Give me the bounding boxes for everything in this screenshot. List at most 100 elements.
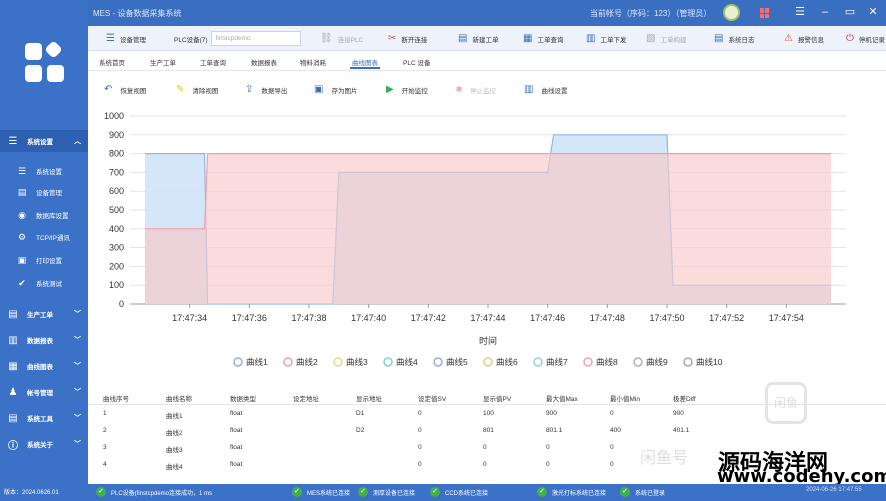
restore-view-button[interactable]: ↶ 恢复视图 <box>104 84 146 95</box>
export-icon: ⇪ <box>245 84 254 95</box>
image-icon: ▣ <box>314 84 324 95</box>
tab-3[interactable]: 数据报表 <box>251 57 277 67</box>
table-cell: 3 <box>103 444 107 451</box>
tab-4[interactable]: 物料消耗 <box>300 57 326 67</box>
y-tick-label: 800 <box>109 149 124 159</box>
device-icon: ▤ <box>17 186 27 197</box>
table-cell: float <box>230 410 243 417</box>
table-cell: 0 <box>483 461 487 468</box>
table-cell: 100 <box>483 410 494 417</box>
status-item-label: CCD系统已连接 <box>445 490 488 497</box>
column-header: 曲线名称 <box>166 396 192 403</box>
sidebar-item-4[interactable]: ⚙ TCP/IP通讯 <box>0 226 88 248</box>
sidebar-item-label: 打印设置 <box>36 258 62 265</box>
table-cell: 0 <box>483 444 487 451</box>
new-order-button[interactable]: ▤ 新建工单 <box>458 26 498 51</box>
link-icon: ⛓ <box>320 33 333 44</box>
system-log-button[interactable]: ▤ 系统日志 <box>714 26 754 51</box>
check-circle-icon: ✓ <box>537 487 547 497</box>
sidebar-item-9[interactable]: ▦ 曲线图表 ﹀ <box>0 355 88 377</box>
status-item: ✓ 测厚设备已连接 <box>358 487 415 497</box>
issue-order-button[interactable]: ▥ 工单下发 <box>586 26 626 51</box>
x-tick-label: 17:47:48 <box>590 313 625 323</box>
title-bar: MES - 设备数据采集系统 当前帐号（序码：123）（管理员） ☰ – ▭ ✕ <box>0 0 886 26</box>
version-text: 版本：2024.0626.01 <box>4 490 59 496</box>
status-item: ✓ 激光打标系统已连接 <box>537 487 606 497</box>
tab-2[interactable]: 工单查询 <box>200 57 226 67</box>
issue-icon: ▥ <box>586 33 596 44</box>
sidebar-item-2[interactable]: ▤ 设备管理 <box>0 181 88 203</box>
connect-plc-button[interactable]: ⛓ 连接PLC <box>320 26 363 51</box>
sidebar-item-label: 系统工具 <box>27 416 53 423</box>
sidebar-item-3[interactable]: ◉ 数据库设置 <box>0 204 88 226</box>
disconnect-button[interactable]: ✂ 断开连接 <box>388 26 427 51</box>
avatar[interactable] <box>723 4 740 21</box>
check-circle-icon: ✓ <box>430 487 440 497</box>
y-tick-label: 100 <box>109 280 124 290</box>
column-header: 显示值PV <box>483 396 512 403</box>
x-tick-label: 17:47:50 <box>649 313 684 323</box>
print-icon: ▣ <box>17 254 27 265</box>
table-cell: 4 <box>103 461 107 468</box>
sidebar-item-0[interactable]: ☰ 系统设置 ︿ <box>0 130 88 152</box>
legend-item: 曲线10 <box>696 357 723 367</box>
start-monitor-button[interactable]: ▶ 开始监控 <box>386 84 428 95</box>
y-tick-label: 900 <box>109 130 124 140</box>
sidebar-item-1[interactable]: ☰ 系统设置 <box>0 160 88 182</box>
table-row[interactable]: 2 曲线2 float D2 0 801 801.1 400 401.1 <box>88 422 886 439</box>
stop-square-icon: ■ <box>456 84 463 95</box>
clear-view-button[interactable]: ✎ 清除视图 <box>176 84 218 95</box>
curve-settings-button[interactable]: ▥ 曲线设置 <box>524 84 567 95</box>
search-doc-icon: ▦ <box>523 33 533 44</box>
legend-marker <box>483 357 493 367</box>
chart-action-bar: ↶ 恢复视图 ✎ 清除视图 ⇪ 数据导出 ▣ 存为图片 ▶ 开始监控 ■ 停止监… <box>88 80 886 102</box>
sidebar-item-5[interactable]: ▣ 打印设置 <box>0 249 88 271</box>
device-management-button[interactable]: ☰ 设备管理 <box>106 26 146 51</box>
tab-5[interactable]: 曲线图表 <box>350 57 380 69</box>
sidebar-item-10[interactable]: ♟ 帐号管理 ﹀ <box>0 381 88 403</box>
stop-monitor-button[interactable]: ■ 停止监控 <box>456 84 496 95</box>
table-cell: 0 <box>418 427 422 434</box>
alarm-info-button[interactable]: ⚠ 报警信息 <box>784 26 824 51</box>
table-cell: 0 <box>610 410 614 417</box>
legend-marker <box>533 357 543 367</box>
sidebar-item-12[interactable]: ⓘ 系统关于 ﹀ <box>0 433 88 455</box>
export-data-button[interactable]: ⇪ 数据导出 <box>245 84 287 95</box>
sidebar-item-label: 系统测试 <box>36 281 62 288</box>
close-icon[interactable]: ✕ <box>866 5 880 19</box>
save-image-button[interactable]: ▣ 存为图片 <box>314 84 357 95</box>
unlink-icon: ✂ <box>388 33 397 44</box>
table-cell: float <box>230 444 243 451</box>
app-logo-icon <box>25 40 65 83</box>
column-header: 最小值Min <box>610 396 640 403</box>
tab-0[interactable]: 系统首页 <box>99 57 125 67</box>
tab-6[interactable]: PLC 设备 <box>403 57 430 67</box>
sidebar-item-8[interactable]: ▥ 数据报表 ﹀ <box>0 329 88 351</box>
sidebar-item-label: 系统关于 <box>27 442 53 449</box>
legend-item: 曲线4 <box>396 357 418 367</box>
plc-device-select[interactable]: finstcpdemo <box>210 31 301 46</box>
check-circle-icon: ✓ <box>620 487 630 497</box>
sidebar-item-11[interactable]: ▤ 系统工具 ﹀ <box>0 407 88 429</box>
watermark-seal: 闲鱼 <box>765 382 807 424</box>
stop-record-button[interactable]: ⏻ 停机记录 <box>846 26 885 51</box>
status-item-label: 系统已登录 <box>635 490 666 497</box>
watermark-xianyu: 闲鱼号 <box>640 450 689 467</box>
maximize-icon[interactable]: ▭ <box>843 5 857 19</box>
table-cell: 900 <box>673 410 684 417</box>
list-icon: ☰ <box>106 33 115 44</box>
sidebar-item-7[interactable]: ▤ 生产工单 ﹀ <box>0 303 88 325</box>
sidebar-item-6[interactable]: ✔ 系统测试 <box>0 272 88 294</box>
info-icon: ⓘ <box>8 440 18 452</box>
minimize-icon[interactable]: – <box>818 5 832 19</box>
legend-marker <box>283 357 293 367</box>
x-tick-label: 17:47:34 <box>172 313 207 323</box>
plc-device-label: PLC设备(7) finstcpdemo <box>174 26 301 51</box>
order-build-button[interactable]: ▧ 工单构建 <box>646 26 686 51</box>
tab-1[interactable]: 生产工单 <box>150 57 176 67</box>
legend-marker <box>333 357 343 367</box>
list-icon: ☰ <box>17 165 27 176</box>
query-order-button[interactable]: ▦ 工单查询 <box>523 26 563 51</box>
y-tick-label: 400 <box>109 224 124 234</box>
menu-icon[interactable]: ☰ <box>793 5 807 19</box>
